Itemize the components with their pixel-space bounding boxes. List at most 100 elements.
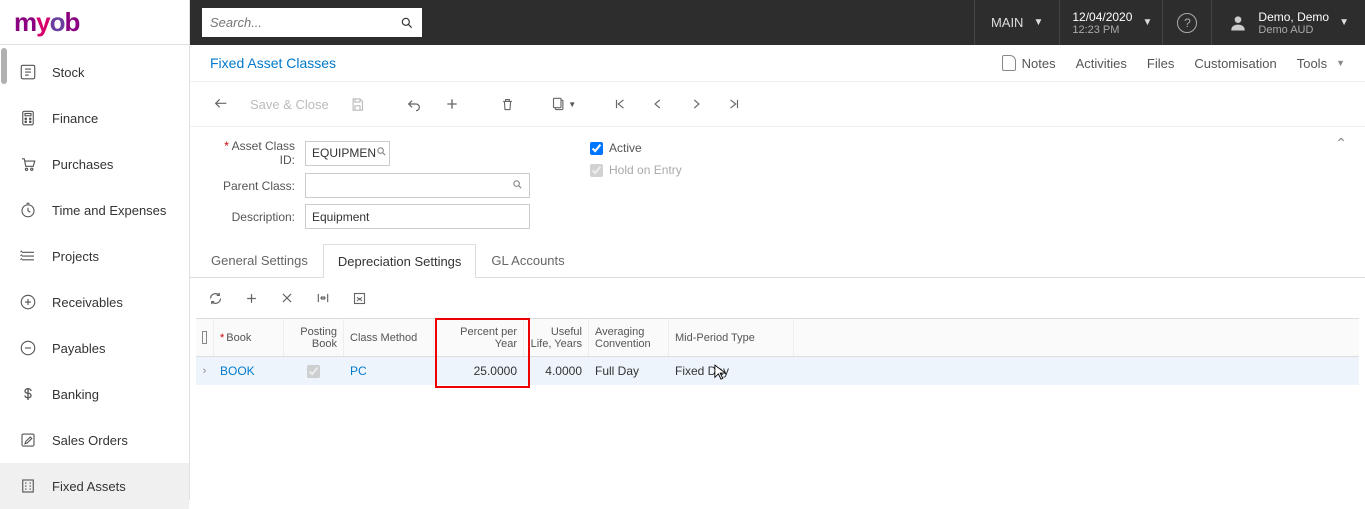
dollar-icon xyxy=(18,384,38,404)
column-averaging[interactable]: Averaging Convention xyxy=(589,319,669,356)
column-useful-life[interactable]: Useful Life, Years xyxy=(524,319,589,356)
activities-action[interactable]: Activities xyxy=(1076,56,1127,71)
edit-square-icon xyxy=(18,430,38,450)
fit-columns-button[interactable] xyxy=(308,284,338,312)
sidebar-item-payables[interactable]: Payables xyxy=(0,325,189,371)
column-selector[interactable] xyxy=(196,319,214,356)
sidebar-item-label: Banking xyxy=(52,387,99,402)
header-row: Fixed Asset Classes Notes Activities Fil… xyxy=(190,45,1365,82)
document-icon xyxy=(202,331,207,344)
tools-action[interactable]: Tools ▼ xyxy=(1297,56,1345,71)
customisation-action[interactable]: Customisation xyxy=(1194,56,1276,71)
company-selector[interactable]: MAIN ▼ xyxy=(974,0,1059,45)
chevron-down-icon: ▼ xyxy=(1143,17,1153,28)
last-record-button[interactable] xyxy=(719,90,749,118)
export-button[interactable] xyxy=(344,284,374,312)
save-close-button[interactable]: Save & Close xyxy=(244,97,335,112)
help-icon: ? xyxy=(1177,13,1197,33)
parent-class-field[interactable] xyxy=(305,173,530,198)
tab-depreciation-settings[interactable]: Depreciation Settings xyxy=(323,244,477,278)
book-link[interactable]: BOOK xyxy=(220,364,255,378)
next-record-button[interactable] xyxy=(681,90,711,118)
undo-button[interactable] xyxy=(399,90,429,118)
sidebar-item-finance[interactable]: Finance xyxy=(0,95,189,141)
hold-checkbox-row: Hold on Entry xyxy=(590,163,682,177)
active-checkbox[interactable] xyxy=(590,142,603,155)
refresh-button[interactable] xyxy=(200,284,230,312)
hold-checkbox xyxy=(590,164,603,177)
back-button[interactable] xyxy=(206,90,236,118)
first-record-button[interactable] xyxy=(605,90,635,118)
collapse-form-button[interactable]: ⌃ xyxy=(1335,135,1347,152)
mid-period-cell[interactable]: Fixed Day xyxy=(669,357,794,385)
expand-row-button[interactable]: › xyxy=(203,365,207,377)
active-label: Active xyxy=(609,141,642,155)
user-sub-label: Demo AUD xyxy=(1258,24,1329,36)
grid-toolbar xyxy=(190,278,1365,318)
column-percent-per-year[interactable]: Percent per Year xyxy=(434,319,524,356)
column-posting-book[interactable]: Posting Book xyxy=(284,319,344,356)
prev-record-button[interactable] xyxy=(643,90,673,118)
tabs: General Settings Depreciation Settings G… xyxy=(190,243,1365,278)
sidebar-scrollbar[interactable] xyxy=(1,48,7,84)
search-box[interactable] xyxy=(202,8,422,37)
asset-class-id-value: EQUIPMEN xyxy=(312,146,376,160)
sidebar-item-stock[interactable]: Stock xyxy=(0,49,189,95)
clipboard-button[interactable]: ▼ xyxy=(549,90,579,118)
stopwatch-icon xyxy=(18,200,38,220)
sidebar-item-label: Sales Orders xyxy=(52,433,128,448)
grid-row[interactable]: › BOOK PC 25.0000 4.0000 Full Day Fixed … xyxy=(196,357,1359,385)
description-field[interactable]: Equipment xyxy=(305,204,530,229)
sidebar-item-time-expenses[interactable]: Time and Expenses xyxy=(0,187,189,233)
chevron-down-icon: ▼ xyxy=(1339,17,1349,28)
chevron-down-icon: ▼ xyxy=(1336,58,1345,68)
help-button[interactable]: ? xyxy=(1162,0,1211,45)
cart-icon xyxy=(18,154,38,174)
useful-life-cell[interactable]: 4.0000 xyxy=(524,357,589,385)
tab-general-settings[interactable]: General Settings xyxy=(196,243,323,277)
logo-letter-o: o xyxy=(50,7,65,37)
chevron-down-icon: ▼ xyxy=(568,100,576,109)
date-label: 12/04/2020 xyxy=(1072,10,1132,24)
asset-class-id-label: Asset Class ID: xyxy=(210,139,305,167)
column-book[interactable]: Book xyxy=(214,319,284,356)
add-button[interactable] xyxy=(437,90,467,118)
sidebar-item-sales-orders[interactable]: Sales Orders xyxy=(0,417,189,463)
search-input[interactable] xyxy=(210,15,400,30)
active-checkbox-row[interactable]: Active xyxy=(590,141,682,155)
save-button[interactable] xyxy=(343,90,373,118)
sidebar-item-receivables[interactable]: Receivables xyxy=(0,279,189,325)
sidebar-item-purchases[interactable]: Purchases xyxy=(0,141,189,187)
delete-row-button[interactable] xyxy=(272,284,302,312)
class-method-link[interactable]: PC xyxy=(350,364,367,378)
logo-letter-m: m xyxy=(14,7,36,37)
add-row-button[interactable] xyxy=(236,284,266,312)
files-action[interactable]: Files xyxy=(1147,56,1174,71)
business-date[interactable]: 12/04/2020 12:23 PM ▼ xyxy=(1059,0,1162,45)
stock-icon xyxy=(18,62,38,82)
breadcrumb[interactable]: Fixed Asset Classes xyxy=(210,55,336,71)
hold-label: Hold on Entry xyxy=(609,163,682,177)
sidebar-item-projects[interactable]: Projects xyxy=(0,233,189,279)
delete-button[interactable] xyxy=(493,90,523,118)
percent-per-year-cell[interactable]: 25.0000 xyxy=(434,357,524,385)
tab-gl-accounts[interactable]: GL Accounts xyxy=(476,243,579,277)
user-menu[interactable]: Demo, Demo Demo AUD ▼ xyxy=(1211,0,1365,45)
notes-action[interactable]: Notes xyxy=(1002,55,1056,71)
column-mid-period[interactable]: Mid-Period Type xyxy=(669,319,794,356)
sidebar-item-label: Time and Expenses xyxy=(52,203,166,218)
lookup-icon[interactable] xyxy=(376,146,387,160)
description-value: Equipment xyxy=(312,210,369,224)
sidebar-item-label: Receivables xyxy=(52,295,123,310)
asset-class-id-field[interactable]: EQUIPMEN xyxy=(305,141,390,166)
user-name-label: Demo, Demo xyxy=(1258,10,1329,24)
search-icon xyxy=(400,16,414,30)
column-class-method[interactable]: Class Method xyxy=(344,319,434,356)
lookup-icon[interactable] xyxy=(512,179,523,193)
description-label: Description: xyxy=(210,210,305,224)
posting-book-checkbox xyxy=(307,365,320,378)
sidebar-item-fixed-assets[interactable]: Fixed Assets xyxy=(0,463,189,509)
form-area: Asset Class ID: EQUIPMEN Parent Class: xyxy=(190,127,1365,243)
averaging-cell[interactable]: Full Day xyxy=(589,357,669,385)
sidebar-item-banking[interactable]: Banking xyxy=(0,371,189,417)
